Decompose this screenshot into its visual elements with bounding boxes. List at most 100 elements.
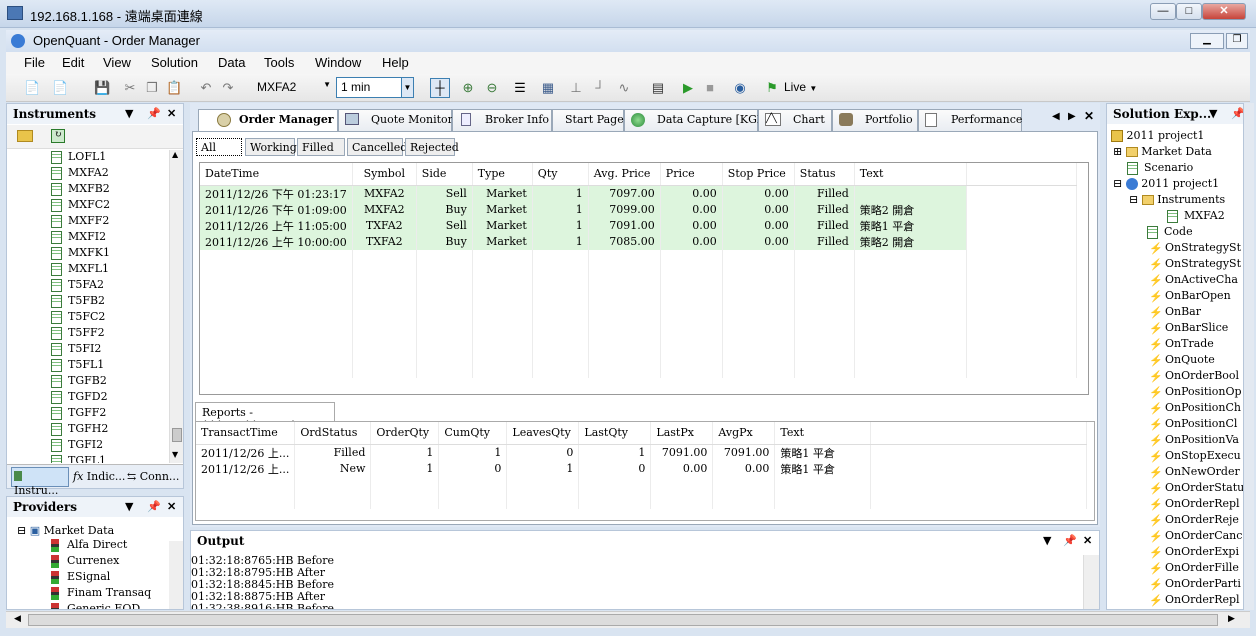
- scroll-right-icon[interactable]: ▶: [1228, 614, 1235, 624]
- scenario-node[interactable]: Scenario: [1127, 161, 1193, 175]
- instrument-item[interactable]: TGFB2: [51, 374, 107, 388]
- menu-solution[interactable]: Solution: [151, 55, 198, 70]
- column-header[interactable]: LastQty: [578, 422, 652, 445]
- globe-icon[interactable]: ◉: [732, 80, 748, 96]
- report-row[interactable]: [196, 492, 1088, 509]
- panel-menu-icon[interactable]: ▼: [1043, 534, 1051, 547]
- instrument-item[interactable]: T5FI2: [51, 342, 101, 356]
- event-handler-item[interactable]: ⚡ OnPositionCh: [1149, 401, 1241, 415]
- pin-icon[interactable]: ⊥: [568, 80, 584, 96]
- column-header[interactable]: TransactTime: [196, 422, 296, 445]
- scrollbar[interactable]: [169, 541, 183, 609]
- column-header[interactable]: Text: [854, 163, 967, 186]
- tab-scroll-left-icon[interactable]: ◀: [1052, 111, 1060, 122]
- list-icon[interactable]: ☰: [512, 80, 528, 96]
- order-row[interactable]: [200, 361, 1077, 378]
- stop-icon[interactable]: ■: [702, 80, 718, 96]
- provider-item[interactable]: Alfa Direct: [51, 538, 127, 552]
- pin-icon[interactable]: 📌: [1231, 107, 1243, 120]
- panel-menu-icon[interactable]: ▼: [125, 107, 133, 120]
- column-header[interactable]: Stop Price: [722, 163, 795, 186]
- provider-item[interactable]: Currenex: [51, 554, 119, 568]
- instrument-item[interactable]: TGFL1: [51, 454, 106, 463]
- menu-view[interactable]: View: [103, 55, 131, 70]
- filter-working[interactable]: Working: [245, 138, 297, 156]
- menu-data[interactable]: Data: [218, 55, 245, 70]
- zoom-out-icon[interactable]: ⊖: [484, 80, 500, 96]
- close-icon[interactable]: ✕: [167, 500, 176, 513]
- grid-icon[interactable]: ▦: [540, 80, 556, 96]
- event-handler-item[interactable]: ⚡ OnActiveCha: [1149, 273, 1238, 287]
- menu-edit[interactable]: Edit: [62, 55, 84, 70]
- menu-tools[interactable]: Tools: [264, 55, 294, 70]
- column-header[interactable]: Side: [416, 163, 473, 186]
- collapse-icon[interactable]: ⊟: [17, 524, 26, 537]
- instrument-item[interactable]: MXFB2: [51, 182, 110, 196]
- instrument-item[interactable]: TGFI2: [51, 438, 103, 452]
- event-handler-item[interactable]: ⚡ OnTrade: [1149, 337, 1214, 351]
- scrollbar[interactable]: ▲ ▼: [169, 150, 183, 463]
- reports-tab[interactable]: Reports - 111226110500 1: [195, 402, 335, 432]
- column-header[interactable]: Price: [660, 163, 723, 186]
- horizontal-scrollbar[interactable]: ◀ ▶: [6, 611, 1250, 628]
- paste-icon[interactable]: 📋: [166, 80, 182, 96]
- event-handler-item[interactable]: ⚡ OnStrategySt: [1149, 241, 1241, 255]
- collapse-icon[interactable]: ⊟: [1129, 193, 1138, 206]
- order-row[interactable]: [200, 281, 1077, 298]
- tab-instruments[interactable]: Instru...: [11, 467, 69, 497]
- event-handler-item[interactable]: ⚡ OnStrategySt: [1149, 257, 1241, 271]
- instrument-item[interactable]: MXFA2: [51, 166, 109, 180]
- event-handler-item[interactable]: ⚡ OnOrderRepl: [1149, 593, 1240, 607]
- instrument-node[interactable]: MXFA2: [1167, 209, 1225, 223]
- column-header[interactable]: DateTime: [200, 163, 353, 186]
- column-header[interactable]: Avg. Price: [588, 163, 661, 186]
- report-row[interactable]: [196, 476, 1088, 493]
- instrument-item[interactable]: T5FA2: [51, 278, 104, 292]
- column-header[interactable]: CumQty: [438, 422, 508, 445]
- column-header[interactable]: LeavesQty: [506, 422, 580, 445]
- tab-quote-monitor[interactable]: Quote Monitor: [338, 109, 453, 131]
- tab-portfolio[interactable]: Portfolio: [832, 109, 918, 131]
- event-handler-item[interactable]: ⚡ OnBarOpen: [1149, 289, 1231, 303]
- providers-root[interactable]: ⊟ ▣ Market Data: [17, 524, 114, 537]
- code-node[interactable]: Code: [1147, 225, 1193, 239]
- event-handler-item[interactable]: ⚡ OnPositionVa: [1149, 433, 1239, 447]
- report-row[interactable]: 2011/12/26 上... New 1 0 1 0 0.00 0.00 策略1 平倉: [196, 460, 1088, 477]
- tab-indicators[interactable]: fx Indic...: [73, 470, 125, 483]
- event-handler-item[interactable]: ⚡ OnBarSlice: [1149, 321, 1228, 335]
- project-node[interactable]: ⊟ 2011 project1: [1113, 177, 1219, 190]
- play-icon[interactable]: ▶: [680, 80, 696, 96]
- event-handler-item[interactable]: ⚡ OnQuote: [1149, 353, 1215, 367]
- order-row[interactable]: [200, 313, 1077, 330]
- tab-data-capture[interactable]: Data Capture [KGI]: [624, 109, 766, 131]
- order-row[interactable]: 2011/12/26 上午 11:05:00 TXFA2 Sell Market 1 70…: [200, 217, 1077, 234]
- instrument-item[interactable]: MXFK1: [51, 246, 110, 260]
- order-row[interactable]: [200, 249, 1077, 266]
- instrument-item[interactable]: T5FC2: [51, 310, 105, 324]
- column-header[interactable]: OrderQty: [370, 422, 440, 445]
- provider-item[interactable]: Finam Transaq: [51, 586, 151, 600]
- panel-menu-icon[interactable]: ▼: [125, 500, 133, 513]
- column-header[interactable]: Type: [472, 163, 533, 186]
- tab-chart[interactable]: ╱╲ Chart: [758, 109, 832, 131]
- tab-connections[interactable]: ⇆ Conn...: [127, 470, 179, 483]
- instrument-item[interactable]: T5FF2: [51, 326, 105, 340]
- tab-broker-info[interactable]: Broker Info: [452, 109, 552, 131]
- open-file-icon[interactable]: 📄: [52, 80, 68, 96]
- instrument-item[interactable]: T5FL1: [51, 358, 104, 372]
- event-handler-item[interactable]: ⚡ OnPositionCl: [1149, 417, 1237, 431]
- menu-file[interactable]: File: [24, 55, 45, 70]
- pin-icon[interactable]: 📌: [147, 107, 161, 120]
- event-handler-item[interactable]: ⚡ OnOrderCanc: [1149, 529, 1242, 543]
- scroll-up-icon[interactable]: ▲: [172, 150, 178, 159]
- interval-select[interactable]: 1 min ▼: [336, 77, 414, 98]
- tab-start-page[interactable]: Start Page: [552, 109, 624, 131]
- menu-help[interactable]: Help: [382, 55, 409, 70]
- event-handler-item[interactable]: ⚡ OnOrderStatu: [1149, 481, 1243, 495]
- column-header[interactable]: Symbol: [352, 163, 417, 186]
- instrument-item[interactable]: LOFL1: [51, 150, 106, 164]
- pin-icon[interactable]: 📌: [147, 500, 161, 513]
- panel-menu-icon[interactable]: ▼: [1209, 107, 1217, 120]
- event-handler-item[interactable]: ⚡ OnOrderParti: [1149, 577, 1241, 591]
- calendar-icon[interactable]: ▤: [650, 80, 666, 96]
